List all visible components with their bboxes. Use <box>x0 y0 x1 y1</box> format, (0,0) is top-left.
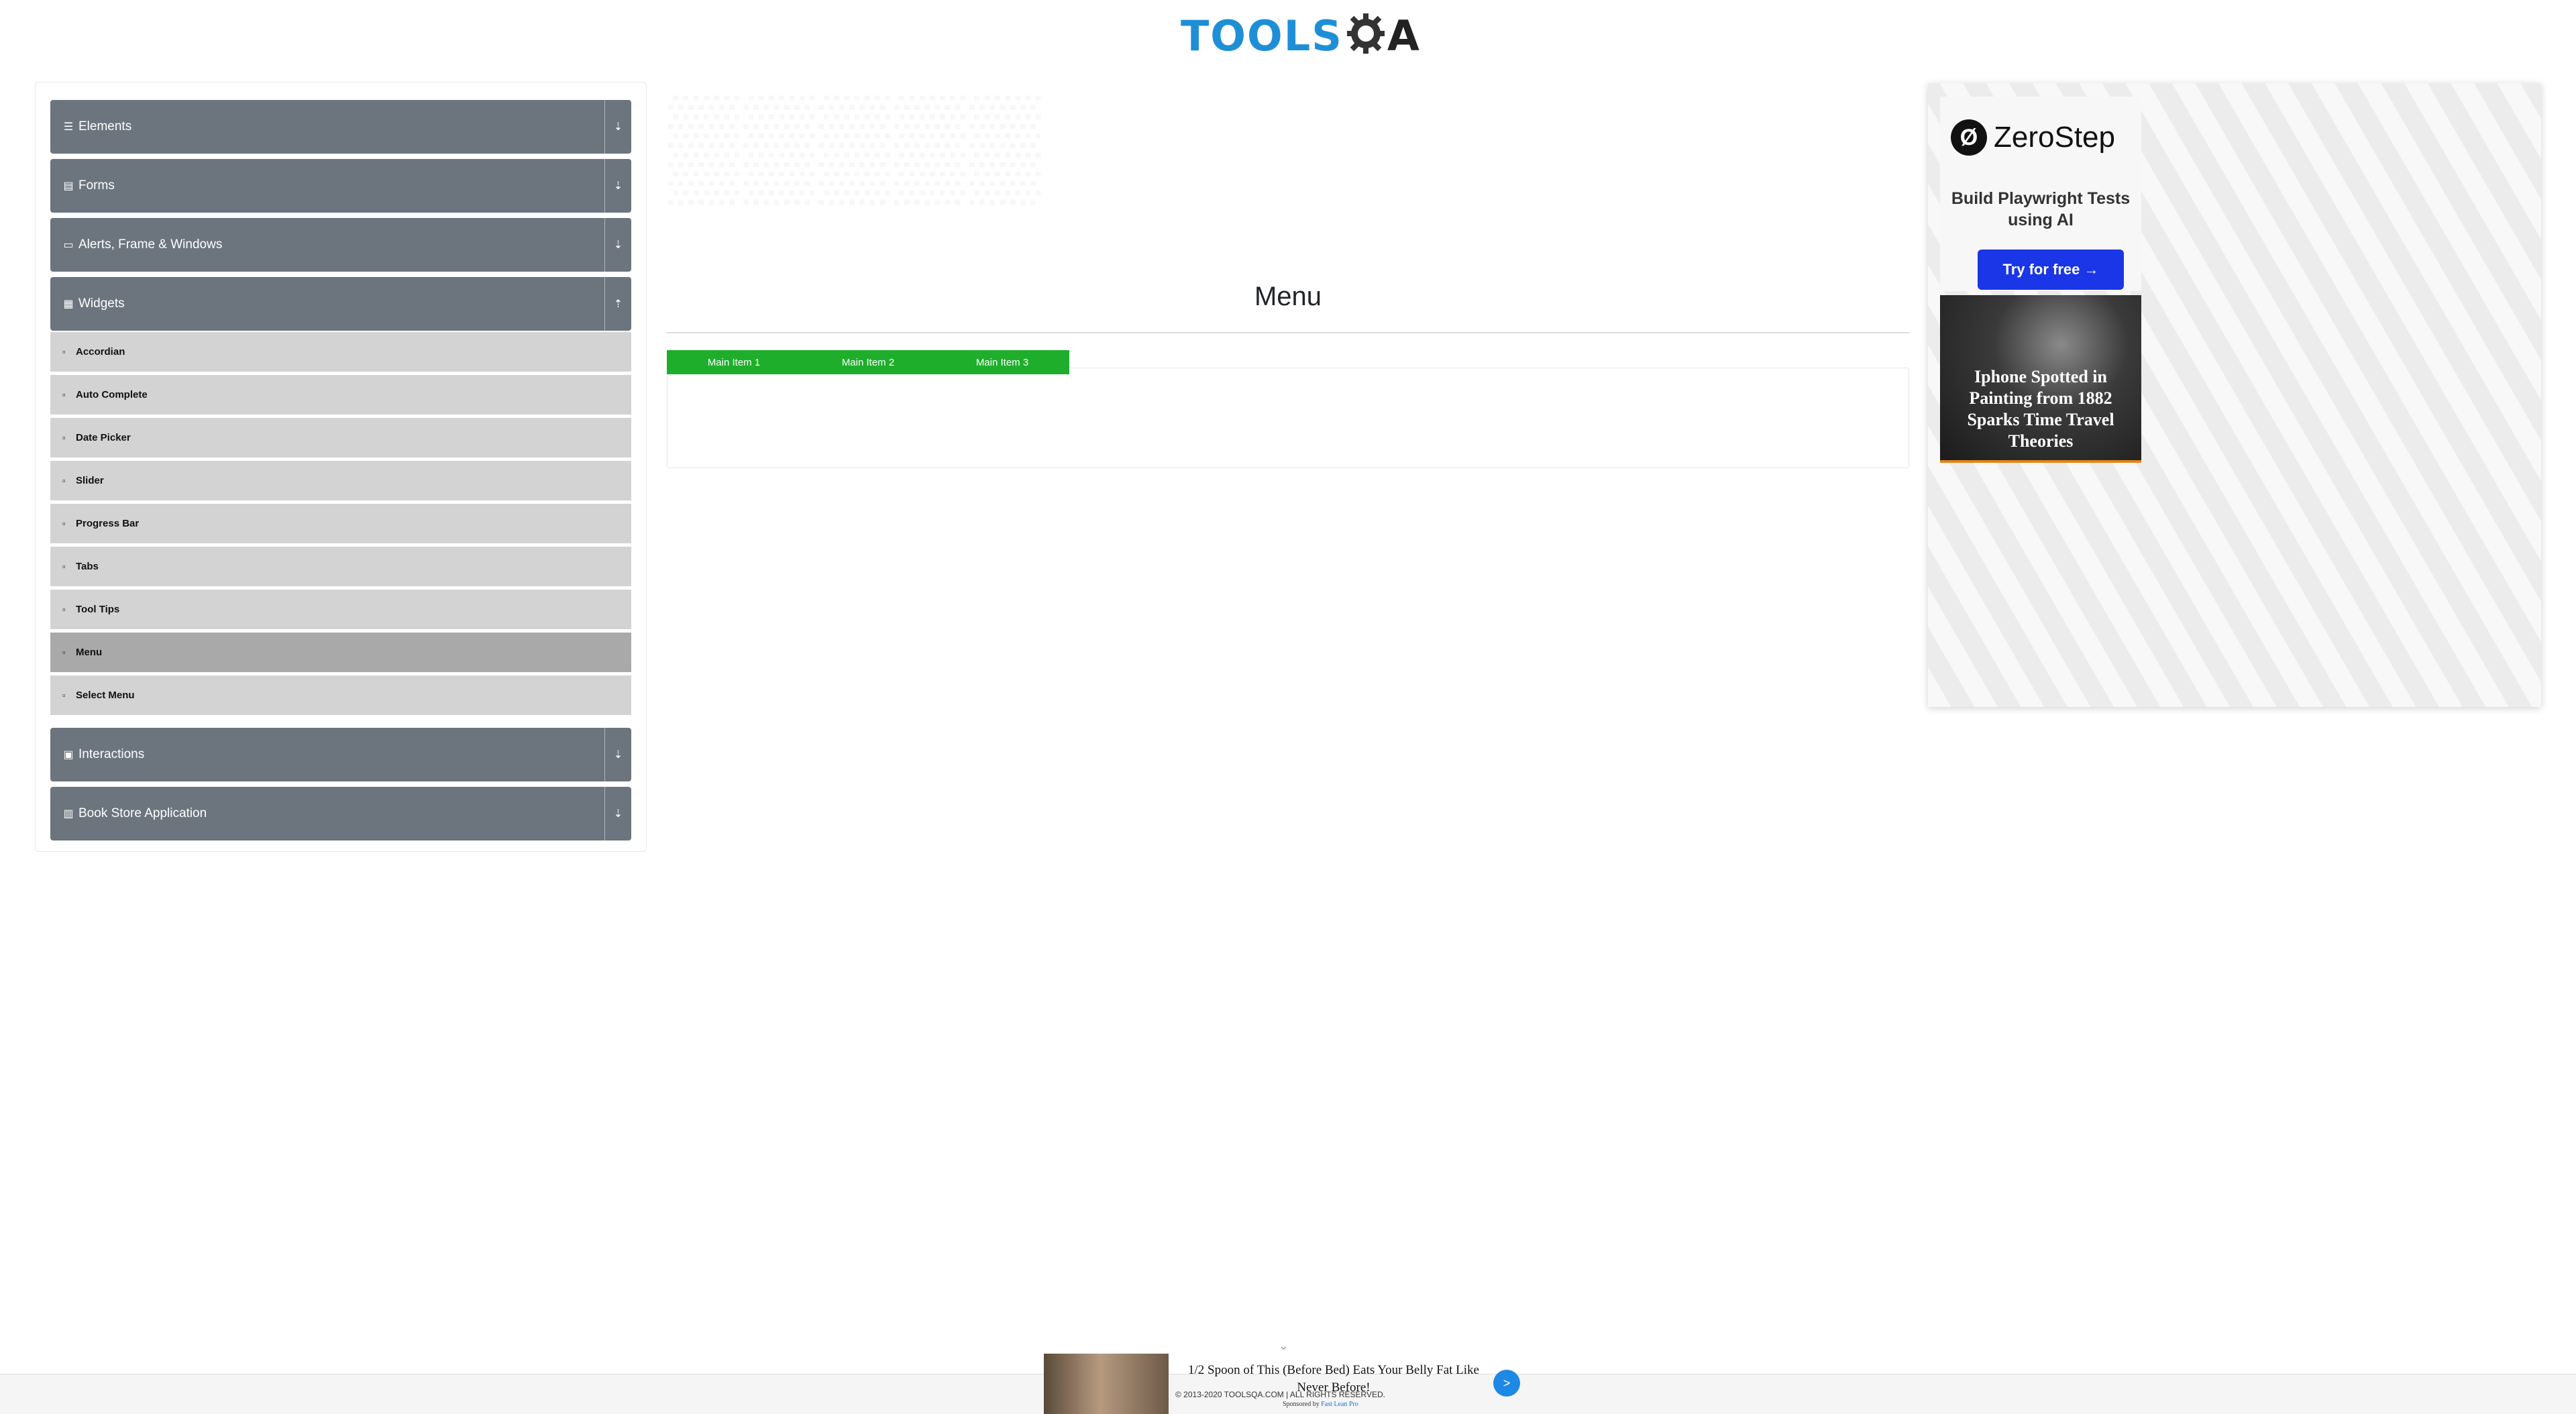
menu-container <box>667 368 1909 468</box>
toolsqa-logo[interactable]: TOOLS A <box>1181 9 1419 62</box>
left-sidebar: ☰ Elements ⇣ ▤ Forms ⇣ ▭ Alerts, Frame &… <box>35 82 647 852</box>
ad-thumbnail-image <box>1044 1354 1169 1414</box>
ad-sponsor-line: Sponsored by Fast Lean Pro <box>1283 1401 1358 1408</box>
sidebar-item-menu[interactable]: ▫ Menu <box>50 633 631 673</box>
chevron-down-icon[interactable]: ⇣ <box>604 728 631 781</box>
sidebar-group-label: Interactions <box>78 747 145 761</box>
window-icon: ▭ <box>63 239 74 251</box>
menu-item-icon: ▫ <box>62 690 66 700</box>
sidebar-item-select-menu[interactable]: ▫ Select Menu <box>50 675 631 716</box>
sidebar-item-tabs[interactable]: ▫ Tabs <box>50 547 631 587</box>
sidebar-group-widgets[interactable]: ▦ Widgets ⇡ <box>50 277 631 331</box>
sidebar-item-date-picker[interactable]: ▫ Date Picker <box>50 418 631 458</box>
sidebar-group-alerts[interactable]: ▭ Alerts, Frame & Windows ⇣ <box>50 218 631 272</box>
ad-go-button[interactable]: > <box>1493 1370 1520 1397</box>
sidebar-item-label: Auto Complete <box>76 389 148 400</box>
news-ad-card[interactable]: Iphone Spotted in Painting from 1882 Spa… <box>1940 295 2141 463</box>
sidebar-group-label: Alerts, Frame & Windows <box>78 237 223 252</box>
sidebar-item-label: Tool Tips <box>76 604 120 615</box>
logo-letter: A <box>1387 11 1419 60</box>
sidebar-group-label: Book Store Application <box>78 806 207 820</box>
sidebar-item-label: Slider <box>76 475 104 486</box>
menu-item-icon: ▫ <box>62 647 66 657</box>
zerostep-ad[interactable]: Ø ZeroStep Build Playwright Tests using … <box>1940 97 2141 291</box>
sidebar-group-book-store[interactable]: ▥ Book Store Application ⇣ <box>50 787 631 840</box>
sponsor-brand[interactable]: Fast Lean Pro <box>1321 1401 1358 1408</box>
form-icon: ▤ <box>63 180 74 192</box>
sidebar-item-label: Accordian <box>76 346 125 358</box>
sidebar-item-progress-bar[interactable]: ▫ Progress Bar <box>50 504 631 544</box>
news-headline: Iphone Spotted in Painting from 1882 Spa… <box>1967 367 2114 451</box>
right-ad-panel: Ø ZeroStep Build Playwright Tests using … <box>1928 83 2541 707</box>
chevron-down-icon[interactable]: ⇣ <box>604 159 631 213</box>
zerostep-logo: Ø ZeroStep <box>1951 119 2115 156</box>
menu-item-icon: ▫ <box>62 519 66 529</box>
menu-item-1[interactable]: Main Item 1 <box>667 350 801 374</box>
sidebar-item-label: Select Menu <box>76 690 135 701</box>
menu-item-icon: ▫ <box>62 561 66 572</box>
sidebar-group-elements[interactable]: ☰ Elements ⇣ <box>50 100 631 154</box>
copyright-text: © 2013-2020 TOOLSQA.COM | ALL RIGHTS RES… <box>1175 1390 1385 1399</box>
nav-menu-bar: Main Item 1 Main Item 2 Main Item 3 <box>667 350 1069 374</box>
chevron-down-icon[interactable]: ⇣ <box>604 787 631 840</box>
page-title: Menu <box>1254 282 1322 311</box>
zerostep-mark-icon: Ø <box>1951 119 1987 156</box>
sidebar-item-tool-tips[interactable]: ▫ Tool Tips <box>50 590 631 630</box>
logo-word: TOOLS <box>1181 11 1343 60</box>
sidebar-group-interactions[interactable]: ▣ Interactions ⇣ <box>50 728 631 781</box>
book-icon: ▥ <box>63 808 74 820</box>
list-icon: ☰ <box>63 121 74 133</box>
sidebar-group-label: Elements <box>78 119 132 133</box>
chevron-down-icon[interactable]: ⇣ <box>604 100 631 154</box>
sidebar-item-accordian[interactable]: ▫ Accordian <box>50 332 631 372</box>
menu-item-3[interactable]: Main Item 3 <box>935 350 1069 374</box>
chevron-up-icon[interactable]: ⇡ <box>604 277 631 331</box>
menu-item-icon: ▫ <box>62 476 66 486</box>
chevron-down-icon[interactable]: ⇣ <box>604 218 631 272</box>
grid-icon: ▦ <box>63 298 74 310</box>
sponsored-prefix: Sponsored by <box>1283 1401 1320 1408</box>
interaction-icon: ▣ <box>63 749 74 761</box>
menu-item-icon: ▫ <box>62 433 66 443</box>
zerostep-tagline: Build Playwright Tests using AI <box>1951 189 2131 229</box>
chevron-down-icon[interactable]: ⌄ <box>1279 1339 1289 1353</box>
sidebar-item-label: Tabs <box>76 561 99 572</box>
menu-item-icon: ▫ <box>62 604 66 614</box>
menu-item-2[interactable]: Main Item 2 <box>801 350 935 374</box>
bottom-sponsored-ad[interactable]: 1/2 Spoon of This (Before Bed) Eats Your… <box>1044 1354 1525 1414</box>
sidebar-group-label: Widgets <box>78 296 125 311</box>
menu-item-icon: ▫ <box>62 390 66 400</box>
background-watermark: ▒▒▒▒▒ <box>668 88 1045 201</box>
sidebar-item-label: Menu <box>76 647 103 658</box>
sidebar-item-auto-complete[interactable]: ▫ Auto Complete <box>50 375 631 415</box>
title-divider <box>667 332 1909 333</box>
zerostep-brand: ZeroStep <box>1994 121 2115 154</box>
menu-item-icon: ▫ <box>62 347 66 357</box>
gear-icon <box>1344 11 1387 61</box>
sidebar-item-label: Progress Bar <box>76 518 140 529</box>
sidebar-group-label: Forms <box>78 178 115 193</box>
try-free-button[interactable]: Try for free → <box>1978 250 2124 290</box>
sidebar-group-forms[interactable]: ▤ Forms ⇣ <box>50 159 631 213</box>
sidebar-item-label: Date Picker <box>76 432 131 443</box>
sidebar-item-slider[interactable]: ▫ Slider <box>50 461 631 501</box>
